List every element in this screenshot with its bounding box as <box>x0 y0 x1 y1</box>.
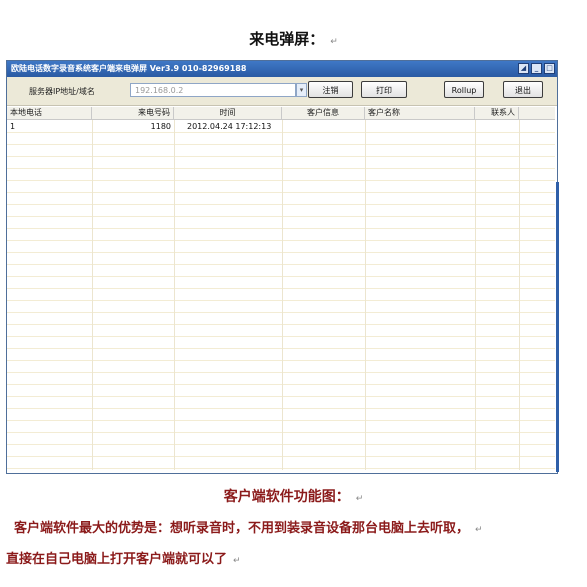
grid-row-line <box>7 216 555 217</box>
server-address-input[interactable]: 192.168.0.2 <box>130 83 296 97</box>
grid-row-line <box>7 408 555 409</box>
grid-row-line <box>7 252 555 253</box>
paragraph-mark: ↵ <box>233 556 241 566</box>
grid-row-line <box>7 348 555 349</box>
minimize-icon[interactable]: _ <box>531 63 542 74</box>
grid-row-line <box>7 324 555 325</box>
maximize-icon[interactable]: □ <box>544 63 555 74</box>
grid-row-line <box>7 204 555 205</box>
grid-row-line <box>7 132 555 133</box>
grid-row-line <box>7 264 555 265</box>
figure-caption: 客户端软件功能图： ↵ <box>223 489 364 505</box>
grid-row-line <box>7 180 555 181</box>
grid-row-line <box>7 276 555 277</box>
col-customer-name[interactable]: 客户名称 <box>365 107 475 119</box>
pin-icon[interactable]: ◢ <box>518 63 529 74</box>
grid-col-line <box>475 120 476 470</box>
cell-local: 1 <box>10 122 16 131</box>
grid-row-line <box>7 456 555 457</box>
toolbar: 服务器IP地址/域名 192.168.0.2 ▾ 注销 打印 Rollup 退出 <box>7 77 557 106</box>
advantage-paragraph-cont: 直接在自己电脑上打开客户端就可以了 ↵ <box>6 552 241 567</box>
grid-row-line <box>7 336 555 337</box>
exit-button[interactable]: 退出 <box>503 81 543 98</box>
grid-row-line <box>7 192 555 193</box>
col-time[interactable]: 时间 <box>174 107 282 119</box>
grid-row-line <box>7 420 555 421</box>
grid-row-line <box>7 228 555 229</box>
scrollbar-edge[interactable] <box>556 182 559 472</box>
grid-row-line <box>7 360 555 361</box>
col-caller-number[interactable]: 来电号码 <box>92 107 174 119</box>
grid-row-line <box>7 240 555 241</box>
grid-row-line <box>7 396 555 397</box>
grid-row-line <box>7 288 555 289</box>
grid-col-line <box>92 120 93 470</box>
grid-row-line <box>7 384 555 385</box>
grid-row-line <box>7 444 555 445</box>
cell-time: 2012.04.24 17:12:13 <box>187 122 272 131</box>
grid-col-line <box>282 120 283 470</box>
chevron-down-icon[interactable]: ▾ <box>296 83 307 97</box>
grid-col-line <box>519 120 520 470</box>
col-local-phone[interactable]: 本地电话 <box>7 107 92 119</box>
grid-row-line <box>7 144 555 145</box>
window-title: 欧陆电话数字录音系统客户端来电弹屏 Ver3.9 010-82969188 <box>11 64 247 73</box>
col-contact[interactable]: 联系人 <box>475 107 519 119</box>
app-window: 欧陆电话数字录音系统客户端来电弹屏 Ver3.9 010-82969188 ◢ … <box>6 60 558 474</box>
logout-button[interactable]: 注销 <box>308 81 353 98</box>
col-empty <box>519 107 555 119</box>
grid-row-line <box>7 312 555 313</box>
call-table: 1 1180 2012.04.24 17:12:13 <box>7 120 555 470</box>
grid-row-line <box>7 372 555 373</box>
grid-col-line <box>365 120 366 470</box>
rollup-button[interactable]: Rollup <box>444 81 484 98</box>
paragraph-mark: ↵ <box>355 494 364 504</box>
table-header: 本地电话 来电号码 时间 客户信息 客户名称 联系人 <box>7 107 555 120</box>
print-button[interactable]: 打印 <box>361 81 407 98</box>
window-titlebar: 欧陆电话数字录音系统客户端来电弹屏 Ver3.9 010-82969188 ◢ … <box>7 61 557 77</box>
advantage-paragraph: 客户端软件最大的优势是：想听录音时，不用到装录音设备那台电脑上去听取， ↵ <box>14 521 483 536</box>
grid-row-line <box>7 156 555 157</box>
grid-col-line <box>174 120 175 470</box>
grid-row-line <box>7 168 555 169</box>
grid-row-line <box>7 300 555 301</box>
paragraph-mark: ↵ <box>330 37 338 47</box>
page-heading: 来电弹屏： ↵ <box>249 30 338 48</box>
grid-row-line <box>7 468 555 469</box>
grid-row-line <box>7 432 555 433</box>
server-label: 服务器IP地址/域名 <box>29 87 95 96</box>
cell-caller: 1180 <box>150 122 171 131</box>
paragraph-mark: ↵ <box>475 525 483 535</box>
col-customer-info[interactable]: 客户信息 <box>282 107 365 119</box>
